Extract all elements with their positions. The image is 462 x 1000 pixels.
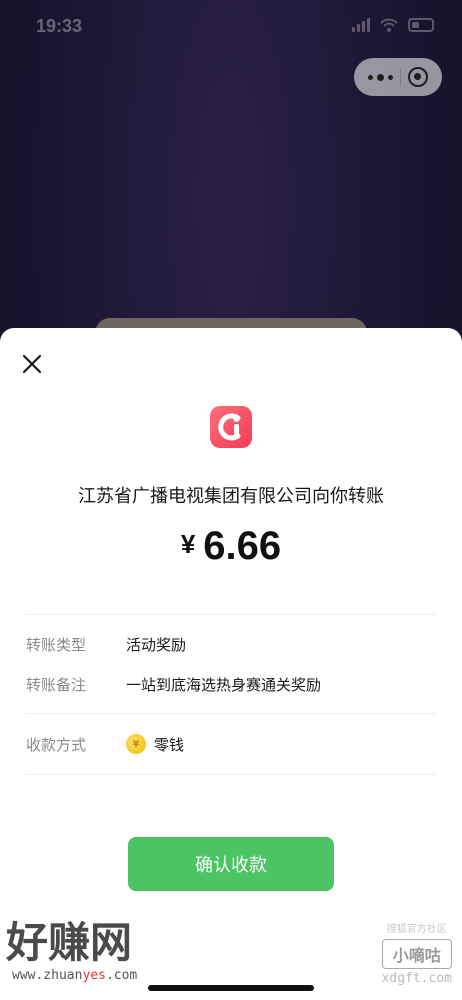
divider bbox=[26, 774, 436, 775]
watermark-left: 好赚网 www.zhuanyes.com bbox=[6, 918, 137, 983]
receive-label: 收款方式 bbox=[26, 735, 87, 754]
watermark-url-highlight: yes bbox=[82, 968, 106, 983]
more-dots-icon[interactable] bbox=[367, 73, 393, 81]
receive-value: ¥ 零钱 bbox=[126, 734, 184, 755]
home-indicator[interactable] bbox=[148, 985, 314, 991]
currency-symbol: ¥ bbox=[180, 529, 196, 559]
amount-value: 6.66 bbox=[203, 524, 282, 568]
watermark-domain: xdgft.com bbox=[381, 971, 452, 986]
detail-row-type: 转账类型 活动奖励 bbox=[26, 629, 436, 659]
battery-icon bbox=[408, 18, 434, 32]
watermark-box-text: 小嘀咕 bbox=[381, 939, 452, 969]
app-logo-icon bbox=[210, 406, 252, 448]
exit-target-icon[interactable] bbox=[408, 67, 429, 87]
wifi-icon bbox=[380, 18, 398, 32]
signal-icon bbox=[352, 18, 370, 32]
watermark-small-text: 搜狐官方社区 bbox=[386, 924, 447, 935]
capsule-divider bbox=[399, 68, 401, 86]
watermark-right: 搜狐官方社区 小嘀咕 xdgft.com bbox=[381, 920, 452, 986]
miniprogram-capsule bbox=[354, 58, 442, 96]
watermark-url: www.zhuanyes.com bbox=[12, 968, 137, 983]
divider bbox=[26, 614, 436, 615]
detail-label: 转账备注 bbox=[26, 675, 87, 694]
divider bbox=[26, 713, 436, 714]
receive-method-text: 零钱 bbox=[154, 735, 185, 754]
confirm-receive-button[interactable]: 确认收款 bbox=[128, 837, 334, 891]
detail-row-remark: 转账备注 一站到底海选热身赛通关奖励 bbox=[26, 669, 436, 699]
status-icons bbox=[352, 18, 434, 32]
status-time: 19:33 bbox=[36, 16, 83, 36]
detail-value: 活动奖励 bbox=[126, 635, 187, 654]
transfer-sheet: 江苏省广播电视集团有限公司向你转账 ¥6.66 转账类型 活动奖励 转账备注 一… bbox=[0, 328, 462, 1000]
coin-icon: ¥ bbox=[126, 734, 146, 754]
watermark-url-suffix: .com bbox=[105, 968, 138, 983]
detail-value: 一站到底海选热身赛通关奖励 bbox=[126, 675, 322, 694]
receive-method-row[interactable]: 收款方式 ¥ 零钱 bbox=[26, 729, 436, 759]
close-icon[interactable] bbox=[18, 350, 46, 378]
detail-label: 转账类型 bbox=[26, 635, 87, 654]
watermark-logo-text: 好赚网 bbox=[6, 918, 133, 967]
payer-title: 江苏省广播电视集团有限公司向你转账 bbox=[78, 486, 384, 507]
watermark-url-prefix: www.zhuan bbox=[12, 968, 83, 983]
status-bar: 19:33 bbox=[0, 0, 462, 54]
transfer-amount: ¥6.66 bbox=[0, 524, 462, 569]
